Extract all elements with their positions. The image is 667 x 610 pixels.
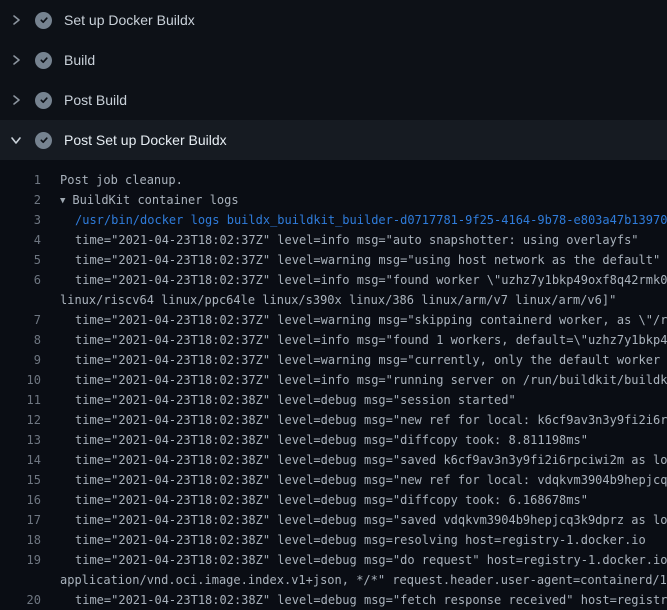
log-line: 5 time="2021-04-23T18:02:37Z" level=warn…: [0, 250, 667, 270]
check-circle-icon: [35, 12, 52, 29]
log-line-number[interactable]: 16: [0, 490, 41, 510]
log-line-command: 3 /usr/bin/docker logs buildx_buildkit_b…: [0, 210, 667, 230]
log-line-number[interactable]: 11: [0, 390, 41, 410]
log-line-number[interactable]: 6: [0, 270, 41, 290]
log-line-number[interactable]: 15: [0, 470, 41, 490]
log-line-number: [0, 570, 41, 590]
collapse-triangle-icon[interactable]: ▼: [60, 191, 65, 210]
log-line-number[interactable]: 5: [0, 250, 41, 270]
log-line-text: time="2021-04-23T18:02:38Z" level=debug …: [41, 450, 667, 470]
log-line: 9 time="2021-04-23T18:02:37Z" level=warn…: [0, 350, 667, 370]
log-line-text: time="2021-04-23T18:02:37Z" level=warnin…: [41, 250, 667, 270]
step-header-post-build[interactable]: Post Build: [0, 80, 667, 120]
log-group-line: 2 ▼ BuildKit container logs: [0, 190, 667, 210]
step-title: Set up Docker Buildx: [64, 12, 195, 28]
log-line-text: time="2021-04-23T18:02:37Z" level=warnin…: [41, 350, 667, 370]
log-line: 20 time="2021-04-23T18:02:38Z" level=deb…: [0, 590, 667, 610]
log-line-text: time="2021-04-23T18:02:38Z" level=debug …: [41, 470, 667, 490]
log-line-number[interactable]: 3: [0, 210, 41, 230]
chevron-right-icon: [10, 54, 22, 66]
log-line-continuation: application/vnd.oci.image.index.v1+json,…: [0, 570, 667, 590]
log-line-text: ▼ BuildKit container logs: [41, 190, 667, 210]
log-line: 7 time="2021-04-23T18:02:37Z" level=warn…: [0, 310, 667, 330]
log-line-text: time="2021-04-23T18:02:38Z" level=debug …: [41, 410, 667, 430]
log-line-number[interactable]: 7: [0, 310, 41, 330]
log-line-number[interactable]: 19: [0, 550, 41, 570]
log-line-text: /usr/bin/docker logs buildx_buildkit_bui…: [41, 210, 667, 230]
check-circle-icon: [35, 92, 52, 109]
step-header-post-set-up-docker-buildx[interactable]: Post Set up Docker Buildx: [0, 120, 667, 160]
log-line-text: time="2021-04-23T18:02:37Z" level=info m…: [41, 330, 667, 350]
log-line-text: time="2021-04-23T18:02:37Z" level=info m…: [41, 370, 667, 390]
log-line-continuation: linux/riscv64 linux/ppc64le linux/s390x …: [0, 290, 667, 310]
log-line-text: time="2021-04-23T18:02:37Z" level=info m…: [41, 270, 667, 290]
log-line: 12 time="2021-04-23T18:02:38Z" level=deb…: [0, 410, 667, 430]
log-line-text: time="2021-04-23T18:02:38Z" level=debug …: [41, 550, 667, 570]
log-line-number[interactable]: 9: [0, 350, 41, 370]
log-line-text: time="2021-04-23T18:02:37Z" level=info m…: [41, 230, 667, 250]
log-line: 1 Post job cleanup.: [0, 170, 667, 190]
step-title: Post Set up Docker Buildx: [64, 132, 227, 148]
log-line: 4 time="2021-04-23T18:02:37Z" level=info…: [0, 230, 667, 250]
log-line-number[interactable]: 12: [0, 410, 41, 430]
log-line-text: time="2021-04-23T18:02:38Z" level=debug …: [41, 590, 667, 610]
chevron-right-icon: [10, 94, 22, 106]
steps-panel: Set up Docker Buildx Build Post Build Po…: [0, 0, 667, 160]
step-title: Post Build: [64, 92, 127, 108]
step-header-set-up-docker-buildx[interactable]: Set up Docker Buildx: [0, 0, 667, 40]
log-line-number[interactable]: 2: [0, 190, 41, 210]
log-line: 18 time="2021-04-23T18:02:38Z" level=deb…: [0, 530, 667, 550]
log-line-number[interactable]: 13: [0, 430, 41, 450]
log-line-text: Post job cleanup.: [41, 170, 667, 190]
chevron-down-icon: [10, 134, 22, 146]
log-panel: 1 Post job cleanup. 2 ▼ BuildKit containe…: [0, 160, 667, 610]
log-line: 10 time="2021-04-23T18:02:37Z" level=inf…: [0, 370, 667, 390]
log-line: 16 time="2021-04-23T18:02:38Z" level=deb…: [0, 490, 667, 510]
log-line-text: time="2021-04-23T18:02:38Z" level=debug …: [41, 390, 667, 410]
log-line-text: time="2021-04-23T18:02:38Z" level=debug …: [41, 490, 667, 510]
log-line-number[interactable]: 8: [0, 330, 41, 350]
log-line: 13 time="2021-04-23T18:02:38Z" level=deb…: [0, 430, 667, 450]
check-circle-icon: [35, 132, 52, 149]
log-line-number[interactable]: 17: [0, 510, 41, 530]
log-line-number[interactable]: 1: [0, 170, 41, 190]
log-line: 15 time="2021-04-23T18:02:38Z" level=deb…: [0, 470, 667, 490]
log-line-text: linux/riscv64 linux/ppc64le linux/s390x …: [41, 290, 667, 310]
chevron-right-icon: [10, 14, 22, 26]
log-line: 11 time="2021-04-23T18:02:38Z" level=deb…: [0, 390, 667, 410]
log-line: 6 time="2021-04-23T18:02:37Z" level=info…: [0, 270, 667, 290]
step-title: Build: [64, 52, 95, 68]
log-line-text: application/vnd.oci.image.index.v1+json,…: [41, 570, 667, 590]
log-line-number[interactable]: 4: [0, 230, 41, 250]
log-line-number: [0, 290, 41, 310]
log-line-number[interactable]: 18: [0, 530, 41, 550]
check-circle-icon: [35, 52, 52, 69]
log-line: 17 time="2021-04-23T18:02:38Z" level=deb…: [0, 510, 667, 530]
log-line-number[interactable]: 14: [0, 450, 41, 470]
log-line-number[interactable]: 10: [0, 370, 41, 390]
log-line-text: time="2021-04-23T18:02:37Z" level=warnin…: [41, 310, 667, 330]
log-line-number[interactable]: 20: [0, 590, 41, 610]
log-line: 14 time="2021-04-23T18:02:38Z" level=deb…: [0, 450, 667, 470]
log-line-text: time="2021-04-23T18:02:38Z" level=debug …: [41, 510, 667, 530]
log-line: 19 time="2021-04-23T18:02:38Z" level=deb…: [0, 550, 667, 570]
log-line-text: time="2021-04-23T18:02:38Z" level=debug …: [41, 430, 667, 450]
log-line: 8 time="2021-04-23T18:02:37Z" level=info…: [0, 330, 667, 350]
log-line-text: time="2021-04-23T18:02:38Z" level=debug …: [41, 530, 667, 550]
step-header-build[interactable]: Build: [0, 40, 667, 80]
log-group-title[interactable]: BuildKit container logs: [72, 193, 238, 207]
